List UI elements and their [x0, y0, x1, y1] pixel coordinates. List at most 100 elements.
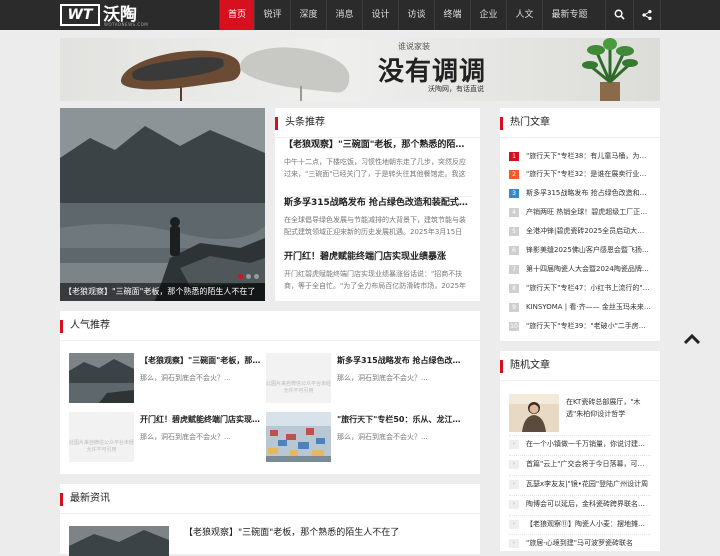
headline-title[interactable]: 【老狼观察】"三碗面"老板，那个熟悉的陌生人不在了: [284, 139, 472, 151]
chair-leg: [180, 86, 182, 101]
random-item[interactable]: › 瓦瑟x李友友|"镜•花园"登陆广州设计周: [509, 475, 651, 492]
headline-item[interactable]: 开门红！碧虎赋能终端门店实现业绩暴涨 开门红碧虎赋能终端门店实现业绩暴涨俗话说：…: [284, 251, 472, 292]
popular-item[interactable]: 此图片来自微信公众平台未经允许不可引用 斯多孚315战略发布 抢占绿色改造和装配…: [266, 353, 466, 409]
random-item-title[interactable]: 陶博会可以延后，金科瓷砖跨界联名还在继续: [526, 499, 651, 509]
popular-desc: 那么，洞石到底会不会火？...: [337, 374, 428, 382]
rank-badge: 4: [509, 207, 519, 217]
hot-article-title[interactable]: KINSYOMA | 看·齐—— 金丝玉玛未来空间: [526, 302, 651, 312]
random-thumbnail[interactable]: [509, 394, 559, 432]
banner-headline: 没有调调: [378, 57, 487, 87]
hot-article-title[interactable]: 产销两旺 热销全球！碧虎超级工厂正式投产: [526, 207, 651, 217]
hot-article-title[interactable]: 全港冲锋|碧虎瓷砖2025全员启动大会隆重召开: [526, 226, 651, 236]
rank-badge: 8: [509, 283, 519, 293]
random-item-title[interactable]: 瓦瑟x李友友|"镜•花园"登陆广州设计周: [526, 479, 648, 489]
hot-article-item[interactable]: 5 全港冲锋|碧虎瓷砖2025全员启动大会隆重召开: [509, 222, 651, 240]
random-item-title[interactable]: 在一个小镇做一千万销量，你说讨建材生意也这样难: [526, 439, 651, 449]
hot-article-title[interactable]: "旅行天下"专栏38：有儿童马桶，为什么没有儿童: [526, 151, 651, 161]
chair-leg: [300, 86, 302, 101]
popular-panel: 人气推荐 【老狼观察】"三碗面"老板，那个熟悉的陌生人不在了 那么，洞石到底会不…: [60, 311, 480, 474]
featured-slider[interactable]: 【老狼观察】"三碗面"老板，那个熟悉的陌生人不在了: [60, 108, 265, 301]
section-title: 最新资讯: [60, 484, 480, 514]
slider-image: [60, 108, 265, 301]
headlines-panel: 头条推荐 【老狼观察】"三碗面"老板，那个熟悉的陌生人不在了 中午十二点，下楼吃…: [275, 108, 480, 301]
image-placeholder[interactable]: 此图片来自微信公众平台未经允许不可引用: [266, 353, 331, 403]
hot-article-item[interactable]: 6 锋影美缝2025佛山客户感恩会暨飞扬巡展开幕: [509, 241, 651, 259]
headline-item[interactable]: 斯多孚315战略发布 抢占绿色改造和装配式赛道 在全球倡导绿色发展与节能减排的大…: [284, 196, 472, 238]
nav-item-design[interactable]: 设计: [362, 0, 398, 30]
hot-article-item[interactable]: 3 斯多孚315战略发布 抢占绿色改造和装配式赛道: [509, 184, 651, 202]
hot-article-title[interactable]: "旅行天下"专栏39："老破小"二手房翻新: [526, 321, 651, 331]
random-item[interactable]: › 【老狼观察⑪】陶瓷人小麦：摆地摊也是门学问: [509, 515, 651, 532]
popular-title[interactable]: "旅行天下"专栏50：乐从、龙江，谁是中国家具: [337, 414, 463, 425]
hot-article-item[interactable]: 8 "旅行天下"专栏47：小红书上流行的"干湿分离": [509, 279, 651, 297]
hot-article-title[interactable]: "旅行天下"专栏47：小红书上流行的"干湿分离": [526, 283, 651, 293]
hot-article-item[interactable]: 1 "旅行天下"专栏38：有儿童马桶，为什么没有儿童: [509, 147, 651, 165]
popular-thumbnail[interactable]: [69, 353, 134, 403]
chevron-right-icon: ›: [509, 479, 519, 489]
rank-badge: 3: [509, 188, 519, 198]
nav-item-review[interactable]: 锐评: [254, 0, 290, 30]
image-placeholder[interactable]: 此图片来自微信公众平台未经允许不可引用: [69, 412, 134, 462]
hot-article-title[interactable]: 锋影美缝2025佛山客户感恩会暨飞扬巡展开幕: [526, 245, 651, 255]
ad-banner[interactable]: 谁说家装 没有调调 沃陶网，有话直说: [60, 38, 660, 101]
nav-item-news[interactable]: 消息: [326, 0, 362, 30]
hot-article-title[interactable]: 斯多孚315战略发布 抢占绿色改造和装配式赛道: [526, 188, 651, 198]
nav-item-culture[interactable]: 人文: [506, 0, 542, 30]
random-item[interactable]: › 首篇"云上"广交会将于今日落幕，可以做了: [509, 455, 651, 472]
popular-item[interactable]: "旅行天下"专栏50：乐从、龙江，谁是中国家具 那么，洞石到底会不会火？...: [266, 412, 466, 468]
hot-article-item[interactable]: 2 "旅行天下"专栏32：是谁在展卖行业偶像剧: [509, 165, 651, 183]
hot-article-item[interactable]: 10 "旅行天下"专栏39："老破小"二手房翻新: [509, 317, 651, 335]
nav-item-topics[interactable]: 最新专题: [542, 0, 596, 30]
slider-dot[interactable]: [238, 274, 243, 279]
headline-desc: 在全球倡导绿色发展与节能减排的大背景下，建筑节能与装配式建筑领域正迎来新的历史发…: [284, 216, 466, 236]
nav-item-interview[interactable]: 访谈: [398, 0, 434, 30]
nav-item-enterprise[interactable]: 企业: [470, 0, 506, 30]
latest-title[interactable]: 【老狼观察】"三碗面"老板，那个熟悉的陌生人不在了: [184, 525, 399, 538]
random-item[interactable]: › 陶博会可以延后，金科瓷砖跨界联名还在继续: [509, 495, 651, 512]
nav-item-depth[interactable]: 深度: [290, 0, 326, 30]
random-item[interactable]: › 在一个小镇做一千万销量，你说讨建材生意也这样难: [509, 435, 651, 452]
popular-desc: 那么，洞石到底会不会火？...: [337, 433, 428, 441]
latest-panel: 最新资讯 【老狼观察】"三碗面"老板，那个熟悉的陌生人不在了: [60, 484, 480, 556]
plant-image: [580, 38, 640, 101]
hot-article-title[interactable]: "旅行天下"专栏32：是谁在展卖行业偶像剧: [526, 169, 651, 179]
hot-articles-panel: 热门文章 1 "旅行天下"专栏38：有儿童马桶，为什么没有儿童 2 "旅行天下"专栏…: [500, 108, 660, 341]
hot-article-title[interactable]: 第十四届陶瓷人大会暨2024陶瓷品牌盛典: [526, 264, 651, 274]
nav-item-terminal[interactable]: 终端: [434, 0, 470, 30]
hot-article-item[interactable]: 7 第十四届陶瓷人大会暨2024陶瓷品牌盛典: [509, 260, 651, 278]
headline-item[interactable]: 【老狼观察】"三碗面"老板，那个熟悉的陌生人不在了 中午十二点，下楼吃饭，习惯性…: [284, 139, 472, 180]
logo-mark: WT: [60, 4, 100, 26]
headline-title[interactable]: 开门红！碧虎赋能终端门店实现业绩暴涨: [284, 251, 472, 263]
rank-badge: 6: [509, 245, 519, 255]
popular-title[interactable]: 开门红！碧虎赋能终端门店实现业绩暴涨: [140, 414, 266, 425]
latest-thumbnail[interactable]: [69, 526, 169, 556]
random-item-title[interactable]: 【老狼观察⑪】陶瓷人小麦：摆地摊也是门学问: [526, 519, 651, 529]
main-menu: 首页 锐评 深度 消息 设计 访谈 终端 企业 人文 最新专题: [219, 0, 596, 30]
slider-dots: [238, 274, 259, 279]
chevron-right-icon: ›: [509, 499, 519, 509]
rank-badge: 10: [509, 321, 519, 331]
chair-image-2: [238, 42, 352, 94]
popular-item[interactable]: 此图片来自微信公众平台未经允许不可引用 开门红！碧虎赋能终端门店实现业绩暴涨 那…: [69, 412, 269, 468]
popular-title[interactable]: 【老狼观察】"三碗面"老板，那个熟悉的陌生人不在了: [140, 355, 266, 366]
share-icon[interactable]: [633, 0, 661, 30]
random-item-title[interactable]: 首篇"云上"广交会将于今日落幕，可以做了: [526, 459, 651, 469]
popular-item[interactable]: 【老狼观察】"三碗面"老板，那个熟悉的陌生人不在了 那么，洞石到底会不会火？..…: [69, 353, 269, 409]
random-item[interactable]: › "旅居-心境到建"马可波罗瓷砖联名: [509, 534, 651, 551]
search-icon[interactable]: [605, 0, 633, 30]
slider-caption[interactable]: 【老狼观察】"三碗面"老板，那个熟悉的陌生人不在了: [60, 283, 265, 301]
nav-item-home[interactable]: 首页: [219, 0, 254, 30]
site-logo[interactable]: WT 沃陶 WOTAONEWS.COM: [60, 3, 148, 27]
hot-article-item[interactable]: 9 KINSYOMA | 看·齐—— 金丝玉玛未来空间: [509, 298, 651, 316]
headline-desc: 中午十二点，下楼吃饭，习惯性地朝东走了几步，突然反应过来，"三碗面"已经关门了，…: [284, 158, 466, 178]
back-to-top-icon[interactable]: [683, 329, 701, 348]
slider-dot[interactable]: [254, 274, 259, 279]
chevron-right-icon: ›: [509, 459, 519, 469]
popular-title[interactable]: 斯多孚315战略发布 抢占绿色改造和装配式赛道: [337, 355, 463, 366]
slider-dot[interactable]: [246, 274, 251, 279]
hot-article-item[interactable]: 4 产销两旺 热销全球！碧虎超级工厂正式投产: [509, 203, 651, 221]
section-title: 随机文章: [500, 351, 660, 381]
popular-thumbnail[interactable]: [266, 412, 331, 462]
random-featured-title[interactable]: 在KT瓷砖总部展厅，"木透"朱柏仰设计哲学: [566, 396, 654, 420]
headline-title[interactable]: 斯多孚315战略发布 抢占绿色改造和装配式赛道: [284, 197, 472, 209]
